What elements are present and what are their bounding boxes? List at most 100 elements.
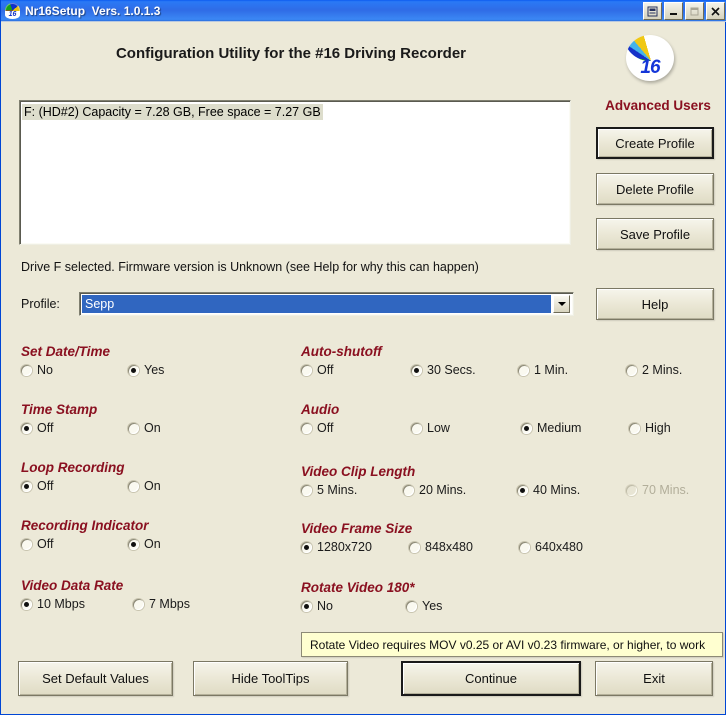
radio-label: 70 Mins. xyxy=(642,483,690,497)
close-button[interactable] xyxy=(706,2,725,20)
save-profile-button[interactable]: Save Profile xyxy=(596,218,714,250)
radio-loop-recording-off[interactable]: Off xyxy=(21,479,53,493)
radio-label: On xyxy=(144,537,161,551)
setting-group-title: Video Clip Length xyxy=(301,464,416,479)
radio-label: Yes xyxy=(422,599,443,613)
radio-loop-recording-on[interactable]: On xyxy=(128,479,161,493)
radio-group: Off On xyxy=(21,421,161,443)
radio-video-data-rate-7-mbps[interactable]: 7 Mbps xyxy=(133,597,190,611)
radio-set-date-time-no[interactable]: No xyxy=(21,363,53,377)
help-button[interactable]: Help xyxy=(596,288,714,320)
radio-label: 5 Mins. xyxy=(317,483,358,497)
radio-video-frame-size-848x480[interactable]: 848x480 xyxy=(409,540,473,554)
maximize-button[interactable] xyxy=(685,2,704,20)
window-controls xyxy=(643,2,725,20)
radio-recording-indicator-off[interactable]: Off xyxy=(21,537,53,551)
radio-indicator-icon xyxy=(626,484,637,496)
set-default-values-button[interactable]: Set Default Values xyxy=(18,661,173,696)
setting-group-title: Recording Indicator xyxy=(21,518,149,533)
radio-label: On xyxy=(144,479,161,493)
drive-list[interactable]: F: (HD#2) Capacity = 7.28 GB, Free space… xyxy=(19,100,571,245)
radio-video-frame-size-640x480[interactable]: 640x480 xyxy=(519,540,583,554)
radio-indicator-icon xyxy=(128,422,139,434)
radio-indicator-icon xyxy=(521,422,532,434)
radio-group: 1280x720 848x480 640x480 xyxy=(301,540,583,562)
nr16-badge-logo-icon: 16 xyxy=(623,31,677,83)
delete-profile-button[interactable]: Delete Profile xyxy=(596,173,714,205)
radio-label: No xyxy=(37,363,53,377)
radio-group: Off Low Medium High xyxy=(301,421,671,443)
minimize-button[interactable] xyxy=(664,2,683,20)
radio-label: Medium xyxy=(537,421,582,435)
radio-indicator-icon xyxy=(403,484,414,496)
radio-video-clip-length-40-mins[interactable]: 40 Mins. xyxy=(517,483,580,497)
setting-group-auto-shutoff: Auto-shutoff Off 30 Secs. 1 Min. 2 Mins. xyxy=(301,344,682,385)
radio-indicator-icon xyxy=(21,598,32,610)
title-bar: Nr16Setup Vers. 1.0.1.3 xyxy=(1,0,726,22)
radio-auto-shutoff-1-min[interactable]: 1 Min. xyxy=(518,363,568,377)
radio-indicator-icon xyxy=(21,364,32,376)
radio-rotate-video-180-no[interactable]: No xyxy=(301,599,333,613)
setting-group-title: Audio xyxy=(301,402,340,417)
setting-group-title: Rotate Video 180* xyxy=(301,580,415,595)
exit-button[interactable]: Exit xyxy=(595,661,713,696)
radio-video-clip-length-20-mins[interactable]: 20 Mins. xyxy=(403,483,466,497)
radio-label: Low xyxy=(427,421,450,435)
radio-auto-shutoff-30-secs[interactable]: 30 Secs. xyxy=(411,363,476,377)
setting-group-title: Set Date/Time xyxy=(21,344,111,359)
radio-indicator-icon xyxy=(21,480,32,492)
tooltip-content: Rotate Video requires MOV v0.25 or AVI v… xyxy=(301,632,723,657)
profile-selected-value[interactable]: Sepp xyxy=(82,295,551,313)
radio-video-data-rate-10-mbps[interactable]: 10 Mbps xyxy=(21,597,85,611)
radio-group: 5 Mins. 20 Mins. 40 Mins. 70 Mins. xyxy=(301,483,689,505)
logo-number: 16 xyxy=(640,57,660,78)
radio-label: Off xyxy=(37,537,54,551)
radio-audio-low[interactable]: Low xyxy=(411,421,450,435)
profile-select[interactable]: Sepp xyxy=(79,292,574,316)
radio-label: 1280x720 xyxy=(317,540,372,554)
radio-indicator-icon xyxy=(301,422,312,434)
radio-set-date-time-yes[interactable]: Yes xyxy=(128,363,164,377)
radio-audio-high[interactable]: High xyxy=(629,421,671,435)
list-item[interactable]: F: (HD#2) Capacity = 7.28 GB, Free space… xyxy=(22,104,323,120)
radio-audio-off[interactable]: Off xyxy=(301,421,333,435)
radio-indicator-icon xyxy=(411,364,422,376)
radio-indicator-icon xyxy=(128,364,139,376)
radio-time-stamp-on[interactable]: On xyxy=(128,421,161,435)
radio-label: 848x480 xyxy=(425,540,473,554)
radio-audio-medium[interactable]: Medium xyxy=(521,421,581,435)
setting-group-title: Video Data Rate xyxy=(21,578,124,593)
setting-group-title: Time Stamp xyxy=(21,402,98,417)
radio-indicator-icon xyxy=(517,484,528,496)
radio-group: Off On xyxy=(21,537,161,559)
continue-button[interactable]: Continue xyxy=(401,661,581,696)
radio-video-frame-size-1280x720[interactable]: 1280x720 xyxy=(301,540,372,554)
setting-group-rotate-video-180: Rotate Video 180* No Yes xyxy=(301,580,442,621)
radio-indicator-icon xyxy=(301,484,312,496)
radio-auto-shutoff-2-mins[interactable]: 2 Mins. xyxy=(626,363,682,377)
whats-this-button[interactable] xyxy=(643,2,662,20)
hide-tooltips-button[interactable]: Hide ToolTips xyxy=(193,661,348,696)
radio-label: Off xyxy=(317,421,334,435)
nr16-logo-icon xyxy=(5,3,20,19)
radio-indicator-icon xyxy=(519,541,530,553)
profile-label: Profile: xyxy=(21,297,60,311)
radio-group: Off On xyxy=(21,479,161,501)
setting-group-loop-recording: Loop Recording Off On xyxy=(21,460,161,501)
radio-label: 640x480 xyxy=(535,540,583,554)
radio-video-clip-length-70-mins: 70 Mins. xyxy=(626,483,689,497)
radio-video-clip-length-5-mins[interactable]: 5 Mins. xyxy=(301,483,357,497)
radio-rotate-video-180-yes[interactable]: Yes xyxy=(406,599,442,613)
radio-recording-indicator-on[interactable]: On xyxy=(128,537,161,551)
radio-auto-shutoff-off[interactable]: Off xyxy=(301,363,333,377)
radio-time-stamp-off[interactable]: Off xyxy=(21,421,53,435)
setting-group-video-clip-length: Video Clip Length 5 Mins. 20 Mins. 40 Mins.… xyxy=(301,464,689,505)
radio-label: On xyxy=(144,421,161,435)
setting-group-title: Auto-shutoff xyxy=(301,344,382,359)
radio-label: 30 Secs. xyxy=(427,363,476,377)
status-text: Drive F selected. Firmware version is Un… xyxy=(21,260,479,274)
radio-group: 10 Mbps 7 Mbps xyxy=(21,597,190,619)
create-profile-button[interactable]: Create Profile xyxy=(596,127,714,159)
chevron-down-icon[interactable] xyxy=(553,295,570,313)
app-window: Nr16Setup Vers. 1.0.1.3 xyxy=(0,0,726,715)
